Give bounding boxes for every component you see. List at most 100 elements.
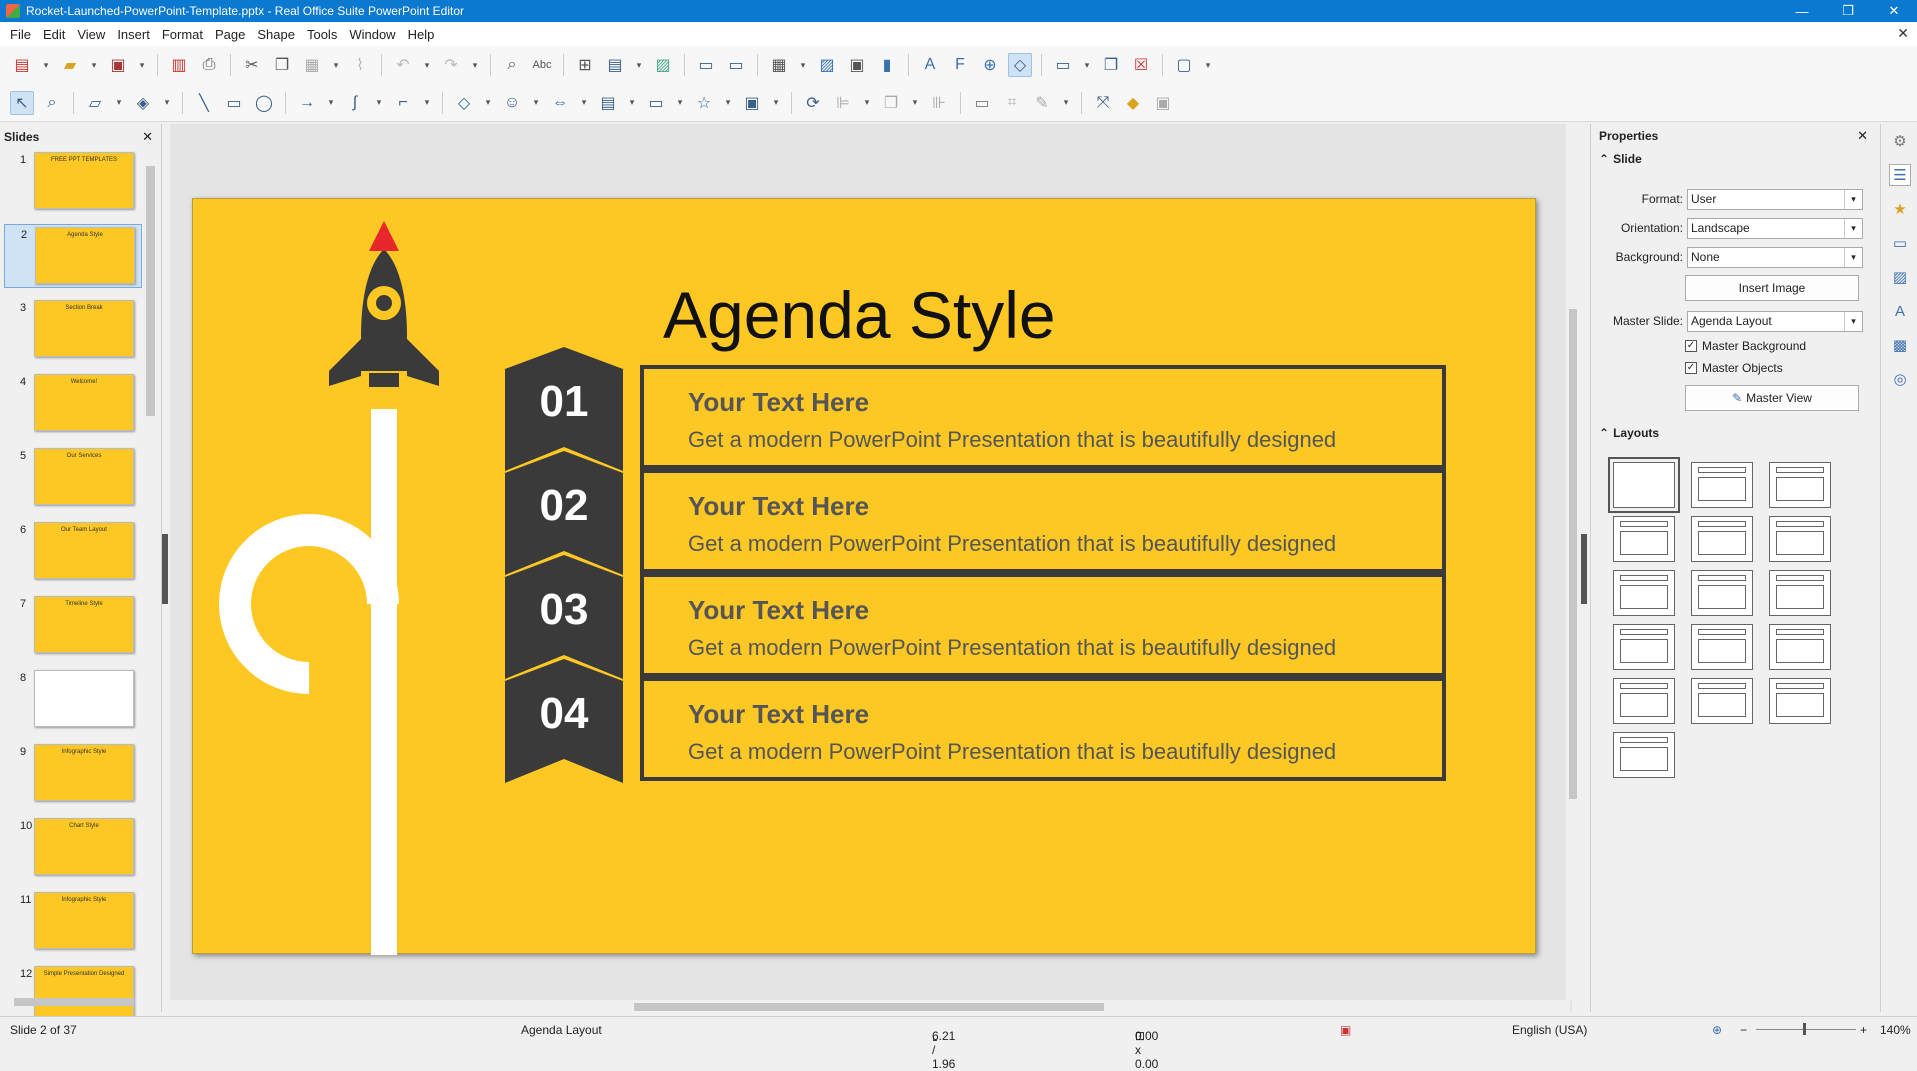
textbox-icon[interactable]: A	[918, 53, 942, 77]
slide-thumbnail[interactable]: 10 Chart Style	[4, 816, 142, 880]
menu-format[interactable]: Format	[156, 27, 209, 42]
layout-option[interactable]	[1691, 516, 1753, 562]
zoom-in-icon[interactable]: +	[1860, 1023, 1867, 1037]
3d-objects-icon[interactable]: ▣	[740, 91, 764, 115]
slide-thumbnail[interactable]: 3 Section Break	[4, 298, 142, 362]
new-dropdown-icon[interactable]: ▾	[40, 53, 52, 77]
fontwork-icon[interactable]: F	[948, 53, 972, 77]
scrollbar-thumb[interactable]	[146, 166, 155, 416]
master-slide-select[interactable]: Agenda Layout ▾	[1687, 310, 1863, 332]
slide-show-icon[interactable]: ▭	[1051, 53, 1075, 77]
menu-window[interactable]: Window	[343, 27, 401, 42]
ellipse-tool-icon[interactable]: ◯	[252, 91, 276, 115]
menu-edit[interactable]: Edit	[37, 27, 71, 42]
find-replace-icon[interactable]: ⌕	[500, 53, 524, 77]
shadow-icon[interactable]: ▭	[970, 91, 994, 115]
sidebar-properties-icon[interactable]: ☰	[1889, 164, 1911, 186]
callouts-icon[interactable]: ▭	[644, 91, 668, 115]
sidebar-slide-transition-icon[interactable]: ★	[1889, 198, 1911, 220]
display-grid-icon[interactable]: ⊞	[573, 53, 597, 77]
workspace-vertical-scrollbar[interactable]	[1566, 124, 1580, 1000]
clone-slide-icon[interactable]: ❐	[1099, 53, 1123, 77]
filter-dropdown-icon[interactable]: ▾	[1060, 91, 1072, 115]
menu-shape[interactable]: Shape	[251, 27, 301, 42]
insert-image-button[interactable]: Insert Image	[1685, 275, 1859, 301]
workspace-horizontal-scrollbar[interactable]	[170, 1000, 1570, 1014]
slide-title[interactable]: Agenda Style	[663, 277, 1056, 353]
points-icon[interactable]: ⤧	[1091, 91, 1115, 115]
slide-thumbnail[interactable]: 5 Our Services	[4, 446, 142, 510]
status-language[interactable]: English (USA)	[1512, 1023, 1587, 1037]
menu-tools[interactable]: Tools	[301, 27, 343, 42]
connectors-icon[interactable]: ⌐	[391, 91, 415, 115]
slide-thumbnail[interactable]: 1 FREE PPT TEMPLATES	[4, 150, 142, 214]
layout-option[interactable]	[1613, 678, 1675, 724]
image-icon[interactable]: ▨	[651, 53, 675, 77]
slide-thumbnail[interactable]: 4 Welcome!	[4, 372, 142, 436]
3d-objects-dropdown-icon[interactable]: ▾	[770, 91, 782, 115]
slide-workspace[interactable]: Agenda Style 01 Your Text Here Get a moder…	[170, 124, 1572, 1012]
open-dropdown-icon[interactable]: ▾	[88, 53, 100, 77]
rectangle-tool-icon[interactable]: ▭	[222, 91, 246, 115]
slide-canvas[interactable]: Agenda Style 01 Your Text Here Get a moder…	[181, 198, 1536, 955]
close-window-button[interactable]: ✕	[1871, 3, 1917, 19]
lines-arrows-icon[interactable]: →	[295, 91, 319, 115]
slides-panel-close-icon[interactable]: ✕	[142, 129, 153, 145]
slide-thumbnail[interactable]: 11 Infographic Style	[4, 890, 142, 954]
scrollbar-thumb[interactable]	[1569, 309, 1577, 799]
zoom-pan-icon[interactable]: ⌕	[40, 91, 64, 115]
select-arrow-icon[interactable]: ↖	[10, 90, 34, 115]
layout-option[interactable]	[1769, 462, 1831, 508]
redo-icon[interactable]: ↷	[439, 53, 463, 77]
fit-slide-icon[interactable]: ⊕	[1712, 1023, 1722, 1037]
table-dropdown-icon[interactable]: ▾	[797, 53, 809, 77]
sidebar-styles-icon[interactable]: A	[1889, 300, 1911, 322]
table-icon[interactable]: ▦	[767, 53, 791, 77]
curves-dropdown-icon[interactable]: ▾	[373, 91, 385, 115]
media-icon[interactable]: ▣	[845, 53, 869, 77]
layout-option[interactable]	[1769, 570, 1831, 616]
slides-panel-scrollbar[interactable]	[144, 152, 156, 992]
slide-thumbnail[interactable]: 6 Our Team Layout	[4, 520, 142, 584]
zoom-slider-thumb[interactable]	[1803, 1023, 1806, 1035]
glue-points-icon[interactable]: ◆	[1121, 91, 1145, 115]
menu-insert[interactable]: Insert	[111, 27, 156, 42]
slides-panel-hscroll[interactable]	[4, 994, 138, 1008]
slide-thumbnail[interactable]: 2 Agenda Style	[4, 224, 142, 288]
properties-close-icon[interactable]: ✕	[1857, 128, 1868, 144]
scrollbar-thumb[interactable]	[14, 998, 134, 1006]
new-slide-icon[interactable]: ▭	[694, 53, 718, 77]
save-icon[interactable]: ▣	[106, 53, 130, 77]
menu-help[interactable]: Help	[402, 27, 441, 42]
rotate-icon[interactable]: ⟳	[801, 91, 825, 115]
sidebar-gallery-icon[interactable]: ▩	[1889, 334, 1911, 356]
layouts-section-header[interactable]: ⌃ Layouts	[1591, 422, 1659, 444]
duplicate-slide-icon[interactable]: ▭	[724, 53, 748, 77]
shape-frame-dropdown-icon[interactable]: ▾	[1202, 53, 1214, 77]
minimize-button[interactable]: —	[1779, 4, 1825, 19]
sidebar-master-slides-icon[interactable]: ▨	[1889, 266, 1911, 288]
basic-shapes-dropdown-icon[interactable]: ▾	[482, 91, 494, 115]
redo-dropdown-icon[interactable]: ▾	[469, 53, 481, 77]
stars-dropdown-icon[interactable]: ▾	[722, 91, 734, 115]
fill-color-icon[interactable]: ◈	[131, 91, 155, 115]
scrollbar-thumb[interactable]	[634, 1003, 1104, 1011]
toggle-extrusion-icon[interactable]: ▣	[1151, 91, 1175, 115]
undo-icon[interactable]: ↶	[391, 53, 415, 77]
display-views-icon[interactable]: ▤	[603, 53, 627, 77]
fill-color-dropdown-icon[interactable]: ▾	[161, 91, 173, 115]
symbol-shapes-icon[interactable]: ☺	[500, 91, 524, 115]
new-document-icon[interactable]: ▤	[10, 53, 34, 77]
distribute-icon[interactable]: ⊪	[927, 91, 951, 115]
agenda-number-badge[interactable]: 04	[505, 659, 623, 783]
delete-slide-icon[interactable]: ☒	[1129, 53, 1153, 77]
agenda-text-box[interactable]: Your Text Here Get a modern PowerPoint Pr…	[640, 677, 1446, 781]
agenda-text-box[interactable]: Your Text Here Get a modern PowerPoint Pr…	[640, 469, 1446, 573]
menu-page[interactable]: Page	[209, 27, 251, 42]
layout-option[interactable]	[1691, 624, 1753, 670]
layout-option[interactable]	[1769, 624, 1831, 670]
cut-icon[interactable]: ✂	[240, 53, 264, 77]
close-document-icon[interactable]: ✕	[1897, 25, 1909, 42]
block-arrows-dropdown-icon[interactable]: ▾	[578, 91, 590, 115]
align-dropdown-icon[interactable]: ▾	[861, 91, 873, 115]
